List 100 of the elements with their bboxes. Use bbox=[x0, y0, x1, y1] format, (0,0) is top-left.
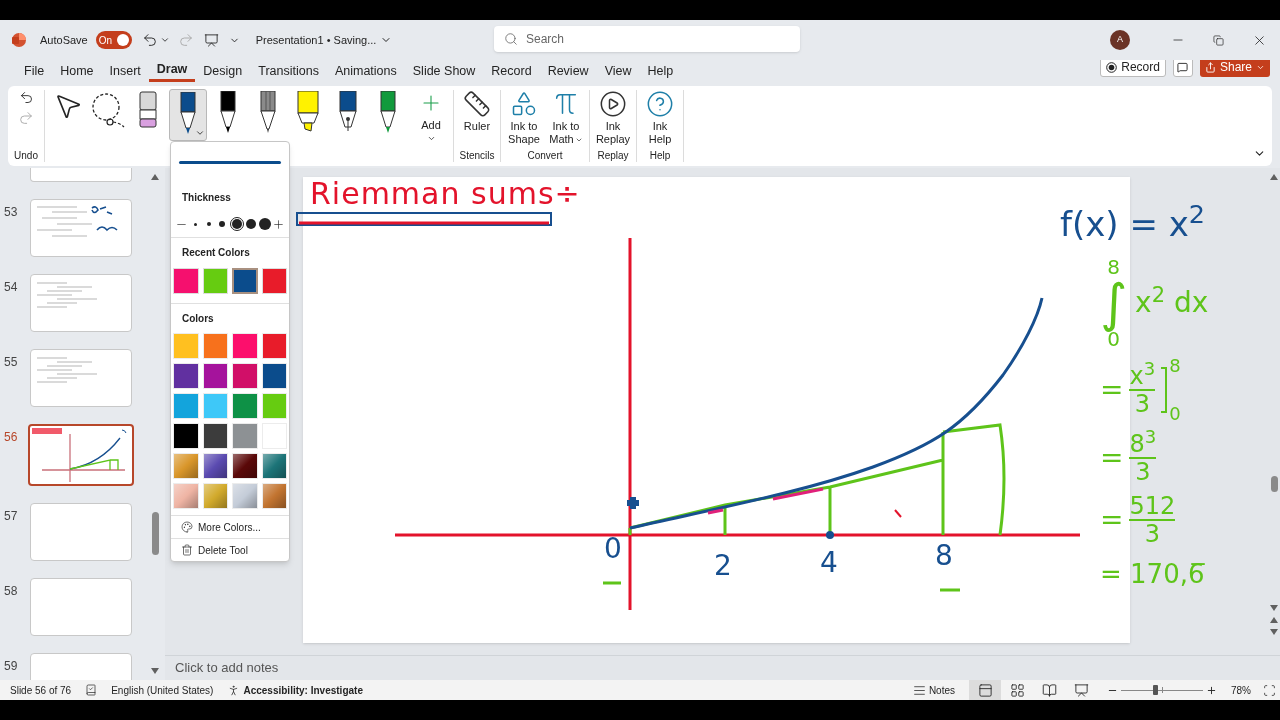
language-label[interactable]: English (United States) bbox=[111, 682, 214, 698]
slide-number: 59 bbox=[4, 659, 18, 673]
color-swatch[interactable] bbox=[261, 333, 287, 359]
document-title[interactable]: Presentation1 • Saving... bbox=[255, 31, 393, 49]
slide-number: 58 bbox=[4, 584, 18, 598]
color-swatch[interactable] bbox=[202, 423, 228, 449]
restore-icon[interactable] bbox=[1213, 34, 1224, 46]
replay-button[interactable]: Ink Replay bbox=[593, 90, 633, 146]
help-button[interactable]: Ink Help bbox=[640, 90, 680, 146]
avatar[interactable]: A bbox=[1110, 30, 1130, 50]
reading-view-icon bbox=[1041, 682, 1057, 698]
slide-thumbnail[interactable] bbox=[30, 199, 132, 257]
ruler-icon bbox=[463, 90, 491, 118]
color-swatch[interactable] bbox=[232, 333, 258, 359]
caret-icon[interactable] bbox=[159, 35, 170, 45]
ribbon-tab[interactable]: File bbox=[16, 60, 53, 82]
handwritten-title: Riemman sums÷ bbox=[310, 177, 581, 211]
scrollbar-thumb[interactable] bbox=[1270, 476, 1278, 492]
handwritten-function: f(x) = x$^{2}$ bbox=[1060, 199, 1206, 246]
next-slide-icon[interactable] bbox=[1270, 629, 1278, 635]
color-swatch[interactable] bbox=[173, 393, 199, 419]
pen-tool-button[interactable] bbox=[169, 89, 207, 141]
undo-icon[interactable] bbox=[18, 90, 34, 105]
accessibility-button[interactable]: Accessibility: Investigate bbox=[227, 682, 363, 698]
autosave-toggle[interactable]: On bbox=[95, 31, 132, 49]
texture-swatch[interactable] bbox=[202, 483, 228, 509]
axis-label: 2 bbox=[714, 552, 732, 580]
scroll-up-icon[interactable] bbox=[1270, 174, 1278, 180]
zoom-slider-thumb[interactable] bbox=[1152, 685, 1158, 695]
add-pen-button[interactable]: Add bbox=[413, 89, 449, 143]
caret-icon bbox=[195, 128, 205, 138]
scroll-down-icon[interactable] bbox=[1270, 605, 1278, 611]
scroll-down-icon[interactable] bbox=[151, 668, 159, 674]
ribbon-tab[interactable]: Help bbox=[639, 60, 682, 82]
ribbon-tab[interactable]: Transitions bbox=[250, 60, 327, 82]
color-swatch[interactable] bbox=[232, 393, 258, 419]
slide-number: 54 bbox=[4, 280, 18, 294]
app-logo-icon bbox=[12, 33, 26, 47]
zoom-in-icon[interactable] bbox=[1206, 684, 1217, 696]
handwritten-result: = 170,6̅ bbox=[1100, 558, 1206, 591]
color-swatch[interactable] bbox=[173, 333, 199, 359]
color-swatch[interactable] bbox=[232, 423, 258, 449]
spelling-check-icon[interactable] bbox=[85, 684, 98, 696]
notes-placeholder[interactable]: Click to add notes bbox=[175, 658, 279, 678]
texture-swatch[interactable] bbox=[173, 453, 199, 479]
color-swatch[interactable] bbox=[261, 363, 287, 389]
shape-button[interactable]: Ink to Shape bbox=[504, 90, 544, 146]
texture-swatch[interactable] bbox=[202, 453, 228, 479]
zoom-slider[interactable] bbox=[1121, 684, 1203, 696]
group-label: Replay bbox=[597, 149, 629, 163]
ruler-button[interactable]: Ruler bbox=[457, 90, 497, 133]
lower-limit: 0 bbox=[1169, 405, 1181, 423]
slide-thumbnail[interactable] bbox=[30, 349, 132, 407]
menu-item[interactable]: More Colors... bbox=[171, 516, 289, 538]
ribbon-tab[interactable]: Design bbox=[195, 60, 251, 82]
texture-swatch[interactable] bbox=[261, 453, 287, 479]
slide-thumbnail[interactable] bbox=[30, 578, 132, 636]
previous-slide-icon[interactable] bbox=[1270, 617, 1278, 623]
color-swatch[interactable] bbox=[202, 393, 228, 419]
color-swatch[interactable] bbox=[261, 393, 287, 419]
color-swatch[interactable] bbox=[202, 333, 228, 359]
notes-button[interactable]: Notes bbox=[912, 682, 955, 698]
fit-to-window-icon[interactable] bbox=[1263, 683, 1276, 697]
view-button[interactable] bbox=[969, 680, 1001, 700]
color-swatch[interactable] bbox=[173, 423, 199, 449]
search-field[interactable]: Search bbox=[494, 26, 800, 52]
increase-thickness-icon[interactable] bbox=[271, 217, 285, 231]
zoom-level[interactable]: 78% bbox=[1231, 682, 1257, 698]
ribbon-tab[interactable]: Insert bbox=[101, 60, 149, 82]
thickness-option[interactable] bbox=[245, 218, 258, 230]
ribbon-tab[interactable]: View bbox=[596, 60, 640, 82]
ribbon-tab[interactable]: Slide Show bbox=[404, 60, 484, 82]
color-swatch[interactable] bbox=[173, 363, 199, 389]
bracket-drawing bbox=[1161, 367, 1168, 413]
thickness-option[interactable] bbox=[258, 218, 271, 230]
ribbon-tab[interactable]: Record bbox=[483, 60, 540, 82]
math-button[interactable]: Ink to Math bbox=[546, 90, 586, 146]
group-label: Convert bbox=[527, 149, 563, 163]
slide-thumbnail[interactable] bbox=[30, 168, 132, 182]
texture-swatch[interactable] bbox=[232, 453, 258, 479]
texture-swatch[interactable] bbox=[261, 483, 287, 509]
scrollbar-thumb[interactable] bbox=[151, 512, 159, 555]
scroll-up-icon[interactable] bbox=[151, 174, 159, 180]
slideshow-icon bbox=[1073, 682, 1089, 698]
ribbon-tab[interactable]: Draw bbox=[148, 60, 196, 82]
menu-item[interactable]: Delete Tool bbox=[171, 539, 289, 561]
slide-thumbnail[interactable] bbox=[30, 274, 132, 332]
texture-swatch[interactable] bbox=[173, 483, 199, 509]
presentation-icon[interactable] bbox=[203, 32, 219, 48]
ribbon-tab[interactable]: Review bbox=[539, 60, 597, 82]
shapes-icon bbox=[510, 90, 538, 118]
texture-swatch[interactable] bbox=[232, 483, 258, 509]
undo-icon[interactable] bbox=[141, 32, 158, 48]
comment-icon bbox=[1177, 61, 1189, 73]
slide-thumbnail[interactable] bbox=[30, 503, 132, 561]
color-swatch[interactable] bbox=[202, 363, 228, 389]
ribbon-tab[interactable]: Home bbox=[52, 60, 102, 82]
ribbon-tab[interactable]: Animations bbox=[326, 60, 405, 82]
color-swatch[interactable] bbox=[232, 363, 258, 389]
recent-color-swatch[interactable] bbox=[232, 268, 258, 294]
